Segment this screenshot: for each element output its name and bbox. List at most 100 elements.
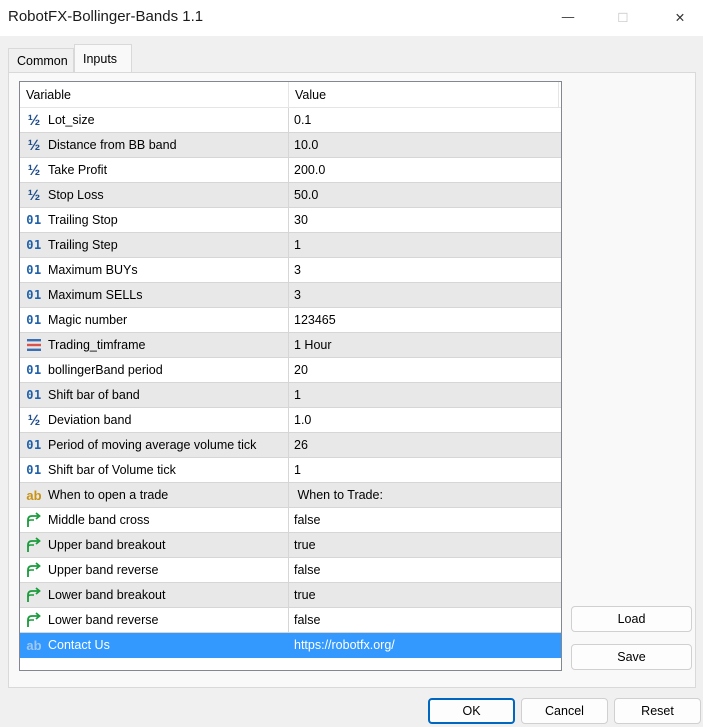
variable-label: Maximum SELLs	[48, 288, 143, 302]
table-row[interactable]: 01 Maximum SELLs 3	[20, 283, 561, 308]
variable-cell[interactable]: 01 bollingerBand period	[20, 358, 289, 382]
table-row[interactable]: Trading_timframe 1 Hour	[20, 333, 561, 358]
variable-cell[interactable]: 01 Shift bar of Volume tick	[20, 458, 289, 482]
variable-label: Deviation band	[48, 413, 132, 427]
tab-inputs[interactable]: Inputs	[74, 44, 132, 73]
variable-cell[interactable]: ab When to open a trade	[20, 483, 289, 507]
variable-cell[interactable]: Lower band breakout	[20, 583, 289, 607]
value-cell[interactable]: 50.0	[289, 183, 561, 207]
boolean-type-icon	[24, 510, 44, 530]
reset-button[interactable]: Reset	[614, 698, 701, 724]
table-row[interactable]: 01 Shift bar of band 1	[20, 383, 561, 408]
ok-button[interactable]: OK	[428, 698, 515, 724]
variable-cell[interactable]: ab Contact Us	[20, 633, 289, 657]
variable-cell[interactable]: 01 Maximum SELLs	[20, 283, 289, 307]
tab-common[interactable]: Common	[8, 48, 74, 72]
value-cell[interactable]: 3	[289, 258, 561, 282]
load-button[interactable]: Load	[571, 606, 692, 632]
table-row[interactable]: Upper band reverse false	[20, 558, 561, 583]
variable-label: Magic number	[48, 313, 128, 327]
variable-cell[interactable]: ½ Take Profit	[20, 158, 289, 182]
variable-cell[interactable]: Lower band reverse	[20, 608, 289, 632]
table-row[interactable]: 01 Trailing Stop 30	[20, 208, 561, 233]
value-cell[interactable]: 1	[289, 233, 561, 257]
table-row[interactable]: Upper band breakout true	[20, 533, 561, 558]
variable-cell[interactable]: 01 Period of moving average volume tick	[20, 433, 289, 457]
table-row[interactable]: 01 Magic number 123465	[20, 308, 561, 333]
table-row[interactable]: Lower band reverse false	[20, 608, 561, 633]
title-bar: RobotFX-Bollinger-Bands 1.1 — ☐ ✕	[0, 0, 703, 36]
value-cell[interactable]: 0.1	[289, 108, 561, 132]
variable-cell[interactable]: ½ Stop Loss	[20, 183, 289, 207]
value-cell[interactable]: false	[289, 558, 561, 582]
table-row[interactable]: ½ Stop Loss 50.0	[20, 183, 561, 208]
value-cell[interactable]: true	[289, 583, 561, 607]
variable-cell[interactable]: Upper band reverse	[20, 558, 289, 582]
maximize-icon[interactable]: ☐	[600, 0, 646, 34]
variable-cell[interactable]: ½ Deviation band	[20, 408, 289, 432]
column-header-value[interactable]: Value	[289, 82, 559, 108]
variable-cell[interactable]: ½ Distance from BB band	[20, 133, 289, 157]
value-cell[interactable]: 10.0	[289, 133, 561, 157]
integer-type-icon: 01	[26, 463, 42, 477]
value-cell[interactable]: 3	[289, 283, 561, 307]
table-row[interactable]: 01 Maximum BUYs 3	[20, 258, 561, 283]
table-row[interactable]: ½ Deviation band 1.0	[20, 408, 561, 433]
value-cell[interactable]: 30	[289, 208, 561, 232]
column-header-variable[interactable]: Variable	[20, 82, 289, 108]
value-cell[interactable]: 123465	[289, 308, 561, 332]
table-row[interactable]: 01 Trailing Step 1	[20, 233, 561, 258]
string-type-icon: ab	[26, 487, 42, 503]
variable-label: Upper band reverse	[48, 563, 159, 577]
value-cell[interactable]: true	[289, 533, 561, 557]
save-button[interactable]: Save	[571, 644, 692, 670]
variable-label: Lower band breakout	[48, 588, 166, 602]
variable-label: Trading_timframe	[48, 338, 146, 352]
variable-label: Take Profit	[48, 163, 108, 177]
value-cell[interactable]: 1	[289, 458, 561, 482]
integer-type-icon: 01	[26, 438, 42, 452]
value-cell[interactable]: 1 Hour	[289, 333, 561, 357]
value-cell[interactable]: When to Trade:	[289, 483, 561, 507]
table-row[interactable]: ab When to open a trade When to Trade:	[20, 483, 561, 508]
table-row[interactable]: ½ Take Profit 200.0	[20, 158, 561, 183]
variable-cell[interactable]: 01 Trailing Stop	[20, 208, 289, 232]
variable-cell[interactable]: 01 Maximum BUYs	[20, 258, 289, 282]
variable-cell[interactable]: 01 Magic number	[20, 308, 289, 332]
value-cell[interactable]: 26	[289, 433, 561, 457]
table-row[interactable]: Middle band cross false	[20, 508, 561, 533]
value-cell[interactable]: false	[289, 508, 561, 532]
variable-cell[interactable]: Trading_timframe	[20, 333, 289, 357]
variable-label: Shift bar of band	[48, 388, 140, 402]
boolean-type-icon	[24, 585, 44, 605]
integer-type-icon: 01	[26, 313, 42, 327]
minimize-icon[interactable]: —	[545, 0, 591, 34]
value-cell[interactable]: 1	[289, 383, 561, 407]
table-row[interactable]: ½ Lot_size 0.1	[20, 108, 561, 133]
double-type-icon: ½	[27, 186, 41, 204]
close-icon[interactable]: ✕	[657, 0, 703, 34]
double-type-icon: ½	[27, 111, 41, 129]
variable-cell[interactable]: Upper band breakout	[20, 533, 289, 557]
value-cell[interactable]: 20	[289, 358, 561, 382]
variable-cell[interactable]: ½ Lot_size	[20, 108, 289, 132]
variable-cell[interactable]: 01 Trailing Step	[20, 233, 289, 257]
boolean-type-icon	[24, 610, 44, 630]
table-row[interactable]: ½ Distance from BB band 10.0	[20, 133, 561, 158]
variable-label: Lot_size	[48, 113, 95, 127]
table-row[interactable]: Lower band breakout true	[20, 583, 561, 608]
inputs-grid[interactable]: Variable Value ½ Lot_size 0.1 ½ Distance fro…	[19, 81, 562, 671]
cancel-button[interactable]: Cancel	[521, 698, 608, 724]
variable-cell[interactable]: 01 Shift bar of band	[20, 383, 289, 407]
table-row[interactable]: ab Contact Us https://robotfx.org/	[20, 633, 561, 658]
table-row[interactable]: 01 Shift bar of Volume tick 1	[20, 458, 561, 483]
value-cell[interactable]: https://robotfx.org/	[289, 633, 561, 657]
variable-label: Contact Us	[48, 638, 110, 652]
value-cell[interactable]: 200.0	[289, 158, 561, 182]
value-cell[interactable]: 1.0	[289, 408, 561, 432]
variable-cell[interactable]: Middle band cross	[20, 508, 289, 532]
boolean-type-icon	[24, 535, 44, 555]
table-row[interactable]: 01 bollingerBand period 20	[20, 358, 561, 383]
value-cell[interactable]: false	[289, 608, 561, 632]
table-row[interactable]: 01 Period of moving average volume tick 26	[20, 433, 561, 458]
